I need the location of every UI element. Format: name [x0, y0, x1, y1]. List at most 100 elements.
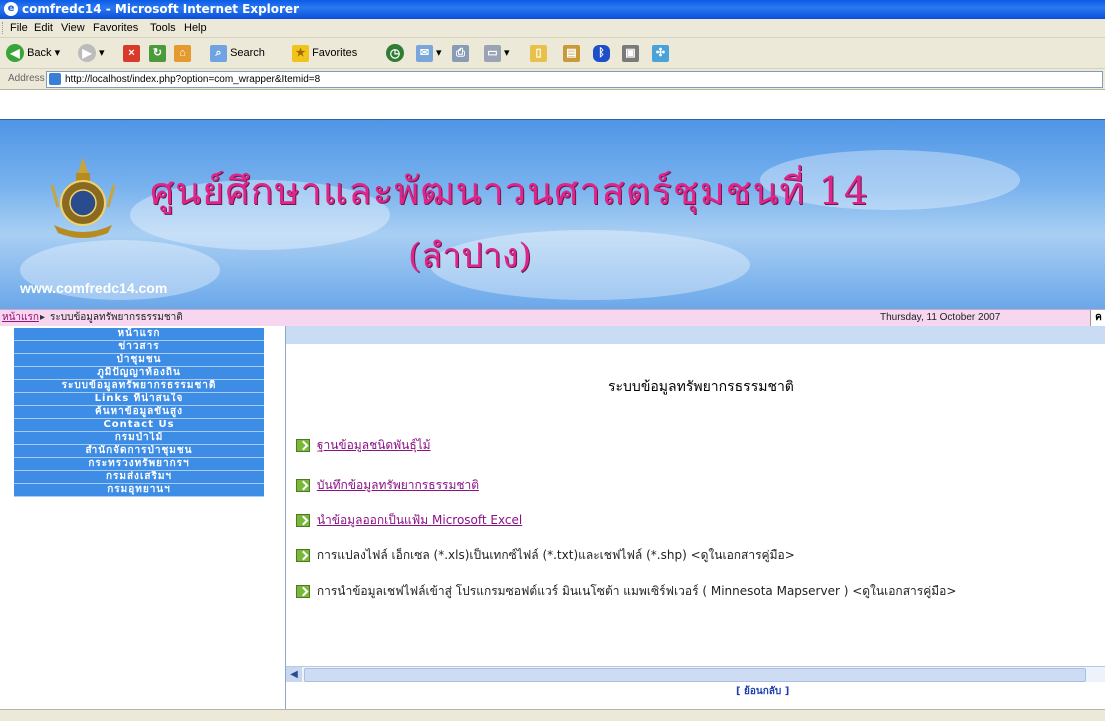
history-icon: ◷ — [386, 44, 404, 63]
menu-help[interactable]: Help — [184, 19, 207, 37]
status-bar — [0, 709, 1105, 721]
page-title: ระบบข้อมูลทรัพยากรธรรมชาติ — [608, 379, 794, 395]
menu-view[interactable]: View — [61, 19, 85, 37]
bluetooth-icon: ᛒ — [593, 44, 610, 62]
main-menu: หน้าแรก ข่าวสาร ป่าชุมชน ภูมิปัญญาท้องถิ… — [14, 328, 264, 497]
menu-bar: File Edit View Favorites Tools Help — [0, 19, 1105, 38]
discuss-button[interactable]: ▯ — [530, 43, 547, 63]
menu-link-forest-dept[interactable]: กรมป่าไม้ — [14, 432, 264, 445]
forward-arrow-icon: ▶ — [78, 44, 96, 63]
breadcrumb-current: ระบบข้อมูลทรัพยากรธรรมชาติ — [50, 312, 183, 323]
menu-grip — [2, 22, 5, 34]
menu-tools[interactable]: Tools — [150, 19, 176, 37]
refresh-button[interactable]: ↻ — [149, 43, 166, 63]
menu-link-news[interactable]: ข่าวสาร — [14, 341, 264, 354]
link-row: บันทึกข้อมูลทรัพยากรธรรมชาติ — [296, 476, 479, 495]
menu-link-local-wisdom[interactable]: ภูมิปัญญาท้องถิ่น — [14, 367, 264, 380]
home-icon: ⌂ — [174, 44, 191, 62]
messenger-button[interactable]: ▣ — [622, 43, 639, 63]
royal-crest-logo — [50, 157, 116, 238]
mail-icon: ✉ — [416, 44, 433, 62]
page-top-spacer — [0, 90, 1105, 119]
current-date: Thursday, 11 October 2007 — [880, 312, 1001, 323]
address-bar: Address http://localhost/index.php?optio… — [0, 69, 1105, 90]
link-arrow-icon — [296, 549, 310, 562]
scroll-left-icon[interactable]: ◀ — [286, 667, 302, 682]
favorites-star-icon: ★ — [292, 44, 309, 62]
edit-button[interactable]: ▭ ▾ — [484, 43, 510, 63]
breadcrumb-arrow-icon: ▸ — [40, 312, 46, 323]
search-button[interactable]: ⌕ Search — [210, 43, 265, 63]
favorites-button[interactable]: ★ Favorites — [292, 43, 357, 63]
messenger-icon: ▣ — [622, 44, 639, 62]
stop-icon: × — [123, 44, 140, 62]
window-titlebar[interactable]: e comfredc14 - Microsoft Internet Explor… — [0, 0, 1105, 19]
menu-link-links[interactable]: Links ที่น่าสนใจ — [14, 393, 264, 406]
horizontal-scrollbar[interactable]: ◀ — [286, 666, 1105, 682]
menu-link-home[interactable]: หน้าแรก — [14, 328, 264, 341]
menu-edit[interactable]: Edit — [34, 19, 53, 37]
msn-button[interactable]: ✣ — [652, 43, 669, 63]
menu-link-ministry[interactable]: กระทรวงทรัพยากรฯ — [14, 458, 264, 471]
scroll-thumb[interactable] — [304, 668, 1086, 682]
search-label: Search — [230, 47, 265, 59]
banner-subtitle: (ลำปาง) — [408, 236, 532, 276]
menu-link-park-dept[interactable]: กรมอุทยานฯ — [14, 484, 264, 497]
bluetooth-button[interactable]: ᛒ — [593, 43, 610, 63]
search-box-edge[interactable]: ค — [1090, 310, 1105, 326]
breadcrumb: หน้าแรก ▸ ระบบข้อมูลทรัพยากรธรรมชาติ Thu… — [0, 309, 1105, 327]
research-button[interactable]: ▤ — [563, 43, 580, 63]
link-arrow-icon — [296, 439, 310, 452]
menu-favorites[interactable]: Favorites — [93, 19, 138, 37]
link-row: ฐานข้อมูลชนิดพันธุ์ไม้ — [296, 436, 431, 455]
link-arrow-icon — [296, 514, 310, 527]
link-row: นำข้อมูลออกเป็นแฟ้ม Microsoft Excel — [296, 511, 522, 530]
menu-link-contact[interactable]: Contact Us — [14, 419, 264, 432]
mapserver-note[interactable]: การนำข้อมูลเชฟไฟล์เข้าสู่ โปรแกรมซอฟต์แว… — [317, 584, 957, 598]
stop-button[interactable]: × — [123, 43, 140, 63]
link-arrow-icon — [296, 479, 310, 492]
species-db-link[interactable]: ฐานข้อมูลชนิดพันธุ์ไม้ — [317, 438, 431, 452]
mail-button[interactable]: ✉ ▾ — [416, 43, 442, 63]
toolbar: ◀ Back ▾ ▶ ▾ × ↻ ⌂ ⌕ Search ★ Favorites … — [0, 38, 1105, 69]
banner-title: ศูนย์ศึกษาและพัฒนาวนศาสตร์ชุมชนที่ 14 — [150, 169, 869, 213]
msn-people-icon: ✣ — [652, 44, 669, 62]
print-icon: ⎙ — [452, 44, 469, 62]
breadcrumb-home-link[interactable]: หน้าแรก — [2, 310, 39, 326]
note-row: การนำข้อมูลเชฟไฟล์เข้าสู่ โปรแกรมซอฟต์แว… — [296, 582, 956, 601]
menu-link-community-forest[interactable]: ป่าชุมชน — [14, 354, 264, 367]
back-button[interactable]: ◀ Back ▾ — [6, 43, 60, 63]
record-data-link[interactable]: บันทึกข้อมูลทรัพยากรธรรมชาติ — [317, 478, 479, 492]
window-title: comfredc14 - Microsoft Internet Explorer — [22, 2, 299, 16]
address-url: http://localhost/index.php?option=com_wr… — [65, 74, 321, 85]
export-excel-link[interactable]: นำข้อมูลออกเป็นแฟ้ม Microsoft Excel — [317, 513, 522, 527]
print-button[interactable]: ⎙ — [452, 43, 469, 63]
note-row: การแปลงไฟล์ เอ็กเซล (*.xls)เป็นเทกซ์ไฟล์… — [296, 546, 795, 565]
refresh-icon: ↻ — [149, 44, 166, 62]
menu-file[interactable]: File — [10, 19, 28, 37]
menu-link-natural-resources[interactable]: ระบบข้อมูลทรัพยากรธรรมชาติ — [14, 380, 264, 393]
folder-icon: ▯ — [530, 44, 547, 62]
menu-link-advanced-search[interactable]: ค้นหาข้อมูลขั้นสูง — [14, 406, 264, 419]
convert-note[interactable]: การแปลงไฟล์ เอ็กเซล (*.xls)เป็นเทกซ์ไฟล์… — [317, 548, 795, 562]
favorites-label: Favorites — [312, 47, 358, 59]
address-label: Address — [8, 73, 45, 84]
content-header-bar — [286, 326, 1105, 344]
research-icon: ▤ — [563, 44, 580, 62]
ie-icon: e — [4, 2, 18, 16]
back-label: Back — [27, 47, 52, 59]
menu-link-promotion-dept[interactable]: กรมส่งเสริมฯ — [14, 471, 264, 484]
back-link[interactable]: [ ย้อนกลับ ] — [736, 684, 789, 699]
menu-link-community-forest-office[interactable]: สำนักจัดการป่าชุมชน — [14, 445, 264, 458]
back-arrow-icon: ◀ — [6, 44, 24, 63]
history-button[interactable]: ◷ — [386, 43, 404, 63]
page-icon — [49, 73, 61, 85]
search-icon: ⌕ — [210, 44, 227, 62]
link-arrow-icon — [296, 585, 310, 598]
main-content: ระบบข้อมูลทรัพยากรธรรมชาติ ฐานข้อมูลชนิด… — [286, 326, 1105, 710]
banner-url: www.comfredc14.com — [20, 280, 168, 296]
home-button[interactable]: ⌂ — [174, 43, 191, 63]
address-input[interactable]: http://localhost/index.php?option=com_wr… — [46, 71, 1103, 88]
edit-icon: ▭ — [484, 44, 501, 62]
forward-button[interactable]: ▶ ▾ — [78, 43, 105, 63]
